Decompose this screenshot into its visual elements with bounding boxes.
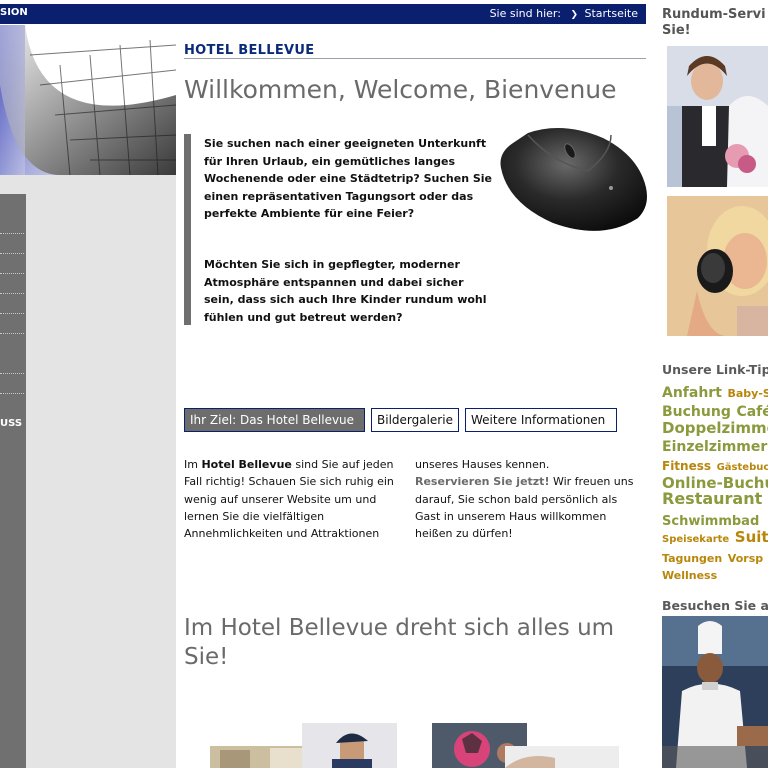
tag-link-gaestebuch[interactable]: Gästebuc [717, 462, 768, 473]
tab-weitere-informationen[interactable]: Weitere Informationen [465, 408, 617, 432]
left-column-background [0, 175, 176, 768]
tag-link-anfahrt[interactable]: Anfahrt [662, 385, 722, 401]
tag-link-fitness[interactable]: Fitness [662, 459, 711, 473]
gallery-thumbnail[interactable] [505, 746, 619, 768]
body-text: unseres Hauses kennen. [415, 458, 550, 471]
body-text-column-2: unseres Hauses kennen. Reservieren Sie je… [415, 456, 640, 542]
hotel-name: HOTEL BELLEVUE [184, 43, 315, 58]
nav-divider [0, 333, 24, 334]
computer-mouse-image [493, 123, 648, 235]
nav-item-label[interactable]: USS [0, 418, 22, 429]
nav-divider [0, 373, 24, 374]
body-text-column-1: Im Hotel Bellevue sind Sie auf jeden Fal… [184, 456, 409, 542]
intro-paragraph-1: Sie suchen nach einer geeigneten Unterku… [204, 137, 493, 220]
chef-photo[interactable] [662, 616, 768, 768]
tag-cloud-row: Wellness [662, 564, 717, 583]
reserve-now-link[interactable]: Reservieren Sie jetzt! [415, 475, 549, 488]
tag-cloud-row: Fitness Gästebuc [662, 455, 768, 474]
tag-link-baby-service[interactable]: Baby-S [727, 387, 768, 400]
title-divider [184, 58, 646, 59]
page-title: Willkommen, Welcome, Bienvenue [184, 75, 617, 104]
tag-link-restaurant[interactable]: Restaurant [662, 489, 762, 508]
tag-link-speisekarte[interactable]: Speisekarte [662, 534, 729, 545]
tag-cloud-row: Speisekarte Suite [662, 527, 768, 546]
section-heading: Im Hotel Bellevue dreht sich alles um Si… [184, 615, 615, 670]
breadcrumb-prefix: Sie sind hier: [489, 7, 561, 20]
visit-us-title: Besuchen Sie a [662, 598, 768, 613]
hotel-name-bold: Hotel Bellevue [201, 458, 292, 471]
version-label: SION [0, 7, 28, 18]
wedding-couple-photo[interactable] [667, 46, 768, 187]
left-navigation [0, 194, 26, 768]
header-architecture-photo [0, 25, 176, 175]
tag-link-vorspeisen[interactable]: Vorsp [728, 552, 763, 565]
body-text: Im [184, 458, 202, 471]
nav-divider [0, 313, 24, 314]
sidebar-service-title: Rundum-Servi Sie! [662, 7, 766, 38]
intro-accent-bar [184, 134, 191, 325]
tag-cloud-row: Restaurant S [662, 489, 768, 508]
breadcrumb: Sie sind hier: ❯ Startseite [490, 7, 638, 20]
intro-paragraph-2: Möchten Sie sich in gepflegter, moderner… [204, 258, 487, 324]
tab-hotel-bellevue[interactable]: Ihr Ziel: Das Hotel Bellevue [184, 408, 365, 432]
nav-divider [0, 253, 24, 254]
tag-link-suite[interactable]: Suite [735, 528, 768, 546]
tag-link-einzelzimmer[interactable]: Einzelzimmer [662, 439, 767, 455]
link-tips-title: Unsere Link-Tip [662, 362, 768, 377]
top-bar: SION Sie sind hier: ❯ Startseite [0, 4, 646, 24]
tag-cloud-row: Anfahrt Baby-S [662, 382, 768, 401]
breadcrumb-home-link[interactable]: Startseite [584, 7, 638, 20]
tab-bildergalerie[interactable]: Bildergalerie [371, 408, 459, 432]
nav-divider [0, 393, 24, 394]
woman-with-mirror-photo[interactable] [667, 196, 768, 336]
tag-cloud-row: Doppelzimme [662, 418, 768, 437]
chevron-right-icon: ❯ [570, 10, 578, 20]
tag-link-wellness[interactable]: Wellness [662, 569, 717, 582]
nav-divider [0, 233, 24, 234]
nav-divider [0, 293, 24, 294]
nav-divider [0, 273, 24, 274]
tag-cloud-row: Einzelzimmer [662, 436, 767, 455]
tag-link-doppelzimmer[interactable]: Doppelzimme [662, 419, 768, 437]
gallery-thumbnail-man-cap[interactable] [302, 723, 397, 768]
